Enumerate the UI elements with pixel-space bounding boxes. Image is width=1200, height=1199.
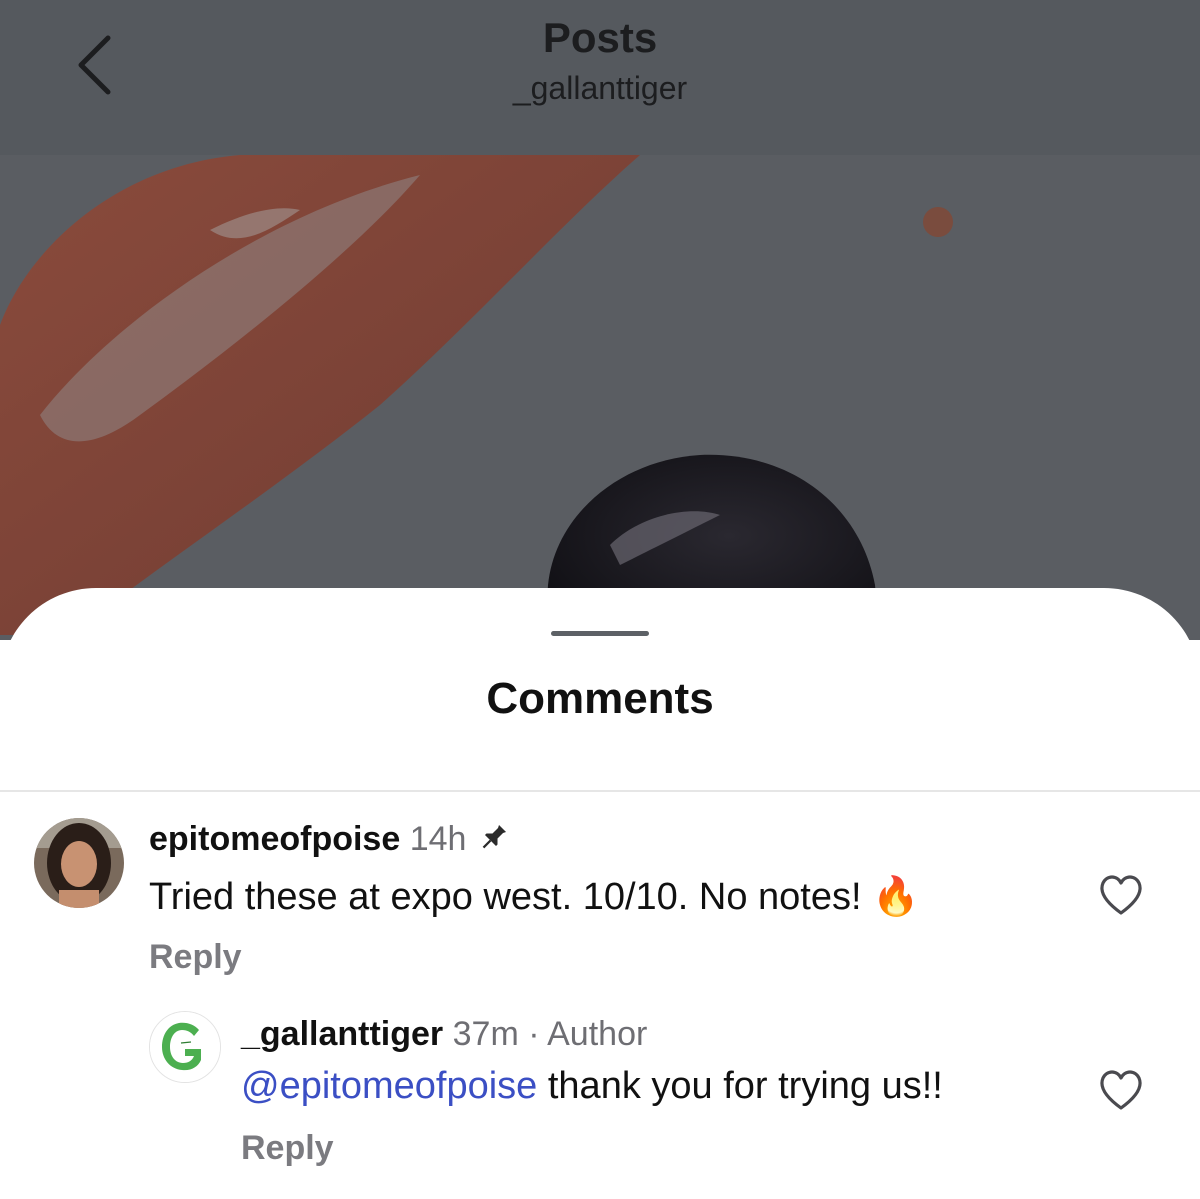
user-photo xyxy=(34,818,124,908)
comment-text: Tried these at expo west. 10/10. No note… xyxy=(149,874,920,918)
reply-button[interactable]: Reply xyxy=(241,1129,334,1168)
comments-title: Comments xyxy=(486,674,714,723)
comment-username[interactable]: _gallanttiger xyxy=(241,1015,443,1053)
pin-icon xyxy=(482,824,506,849)
brand-avatar[interactable] xyxy=(149,1011,221,1083)
avatar[interactable] xyxy=(34,818,124,908)
comments-sheet: Comments epitomeofpoise 14h Tried these … xyxy=(0,588,1200,1199)
comment-time: 14h xyxy=(409,820,467,858)
comment-username[interactable]: epitomeofpoise xyxy=(149,820,400,858)
gallanttiger-logo-icon xyxy=(150,1012,220,1082)
fire-emoji: 🔥 xyxy=(872,874,920,918)
sheet-grabber-handle[interactable] xyxy=(551,631,649,636)
post-image[interactable] xyxy=(0,155,1200,635)
heart-outline-icon[interactable] xyxy=(1097,1068,1145,1112)
author-badge: Author xyxy=(547,1015,648,1053)
page-title: Posts xyxy=(542,14,658,61)
top-nav-bar: Posts _gallanttiger xyxy=(0,0,1200,155)
meta-separator: · xyxy=(528,1015,540,1053)
comment-header: _gallanttiger 37m · Author xyxy=(241,1015,647,1054)
comment-time: 37m xyxy=(452,1015,519,1053)
page-subtitle: _gallanttiger xyxy=(512,70,688,106)
reply-button[interactable]: Reply xyxy=(149,938,242,977)
user-mention-link[interactable]: @epitomeofpoise xyxy=(241,1065,537,1107)
comment-text: @epitomeofpoise thank you for trying us!… xyxy=(241,1065,943,1107)
comment-header: epitomeofpoise 14h xyxy=(149,820,510,859)
heart-outline-icon[interactable] xyxy=(1097,873,1145,917)
sheet-divider xyxy=(0,790,1200,792)
